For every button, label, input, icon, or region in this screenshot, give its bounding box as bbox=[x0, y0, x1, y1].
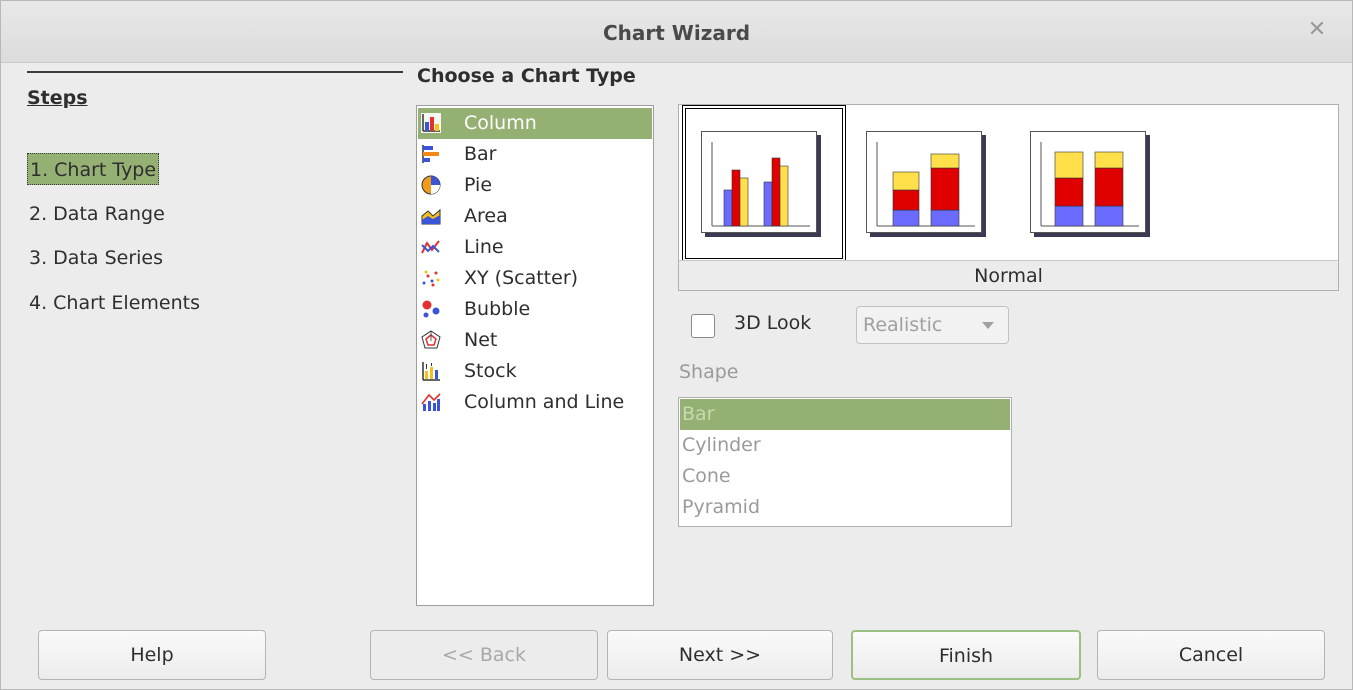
chart-wizard-dialog: Chart Wizard ✕ Steps 1. Chart Type 2. Da… bbox=[0, 0, 1353, 690]
cancel-button[interactable]: Cancel bbox=[1097, 630, 1325, 680]
shape-list: Bar Cylinder Cone Pyramid bbox=[678, 397, 1012, 527]
chart-type-bar[interactable]: Bar bbox=[418, 139, 652, 170]
bar-chart-icon bbox=[422, 145, 439, 163]
chart-type-area[interactable]: Area bbox=[418, 201, 652, 232]
help-button[interactable]: Help bbox=[38, 630, 266, 680]
close-icon[interactable]: ✕ bbox=[1304, 17, 1330, 43]
chart-type-label: Net bbox=[464, 329, 498, 351]
column-line-chart-icon bbox=[421, 393, 441, 411]
3d-look-checkbox[interactable] bbox=[691, 314, 715, 338]
title-bar[interactable]: Chart Wizard ✕ bbox=[1, 1, 1352, 63]
3d-look-combo-value: Realistic bbox=[863, 314, 943, 336]
chart-type-heading: Choose a Chart Type bbox=[417, 65, 636, 87]
steps-heading: Steps bbox=[27, 87, 88, 109]
back-button: << Back bbox=[370, 630, 598, 680]
pie-chart-icon bbox=[421, 175, 441, 195]
chart-type-label: Bar bbox=[464, 143, 497, 165]
shape-option-bar: Bar bbox=[680, 399, 1010, 430]
chart-type-label: Pie bbox=[464, 174, 493, 196]
3d-look-combo: Realistic bbox=[856, 306, 1009, 344]
finish-button[interactable]: Finish bbox=[851, 630, 1081, 680]
chart-type-column-and-line[interactable]: Column and Line bbox=[418, 387, 652, 418]
chart-type-label: Column and Line bbox=[464, 391, 625, 413]
variant-percent-stacked[interactable] bbox=[1010, 105, 1174, 262]
chart-type-xy-scatter[interactable]: XY (Scatter) bbox=[418, 263, 652, 294]
variant-normal[interactable] bbox=[682, 105, 846, 262]
next-button[interactable]: Next >> bbox=[607, 630, 833, 680]
chevron-down-icon bbox=[982, 322, 994, 329]
variant-name: Normal bbox=[679, 260, 1338, 290]
shape-option-cylinder: Cylinder bbox=[682, 434, 761, 456]
chart-type-label: Area bbox=[464, 205, 508, 227]
chart-type-label: Line bbox=[464, 236, 504, 258]
shape-option-pyramid: Pyramid bbox=[682, 496, 761, 518]
scatter-chart-icon bbox=[422, 270, 440, 287]
shape-label: Shape bbox=[679, 361, 739, 383]
chart-type-pie[interactable]: Pie bbox=[418, 170, 652, 201]
step-data-series[interactable]: 3. Data Series bbox=[27, 242, 165, 274]
line-chart-icon bbox=[421, 240, 440, 254]
chart-type-line[interactable]: Line bbox=[418, 232, 652, 263]
step-chart-elements[interactable]: 4. Chart Elements bbox=[27, 287, 202, 319]
chart-type-label: Bubble bbox=[464, 298, 531, 320]
normal-column-preview-icon bbox=[701, 131, 817, 233]
stock-chart-icon bbox=[422, 362, 440, 381]
column-chart-icon bbox=[421, 113, 441, 133]
stacked-column-preview-icon bbox=[866, 131, 982, 233]
percent-stacked-column-preview-icon bbox=[1030, 131, 1146, 233]
chart-type-stock[interactable]: Stock bbox=[418, 356, 652, 387]
net-chart-icon bbox=[421, 330, 441, 349]
chart-type-label: XY (Scatter) bbox=[464, 267, 579, 289]
shape-option-cone: Cone bbox=[682, 465, 731, 487]
3d-look-label[interactable]: 3D Look bbox=[734, 312, 811, 334]
steps-divider bbox=[27, 71, 403, 73]
chart-type-column[interactable]: Column bbox=[418, 108, 652, 139]
chart-type-net[interactable]: Net bbox=[418, 325, 652, 356]
area-chart-icon bbox=[421, 208, 441, 225]
chart-type-list[interactable]: Column Bar Pie Area Line XY (Scatter) Bu… bbox=[416, 105, 654, 606]
chart-type-bubble[interactable]: Bubble bbox=[418, 294, 652, 325]
step-chart-type[interactable]: 1. Chart Type bbox=[27, 153, 160, 185]
variant-stacked[interactable] bbox=[846, 105, 1010, 262]
chart-variant-panel: Normal bbox=[678, 104, 1339, 291]
bubble-chart-icon bbox=[422, 300, 440, 318]
step-data-range[interactable]: 2. Data Range bbox=[27, 198, 167, 230]
dialog-title: Chart Wizard bbox=[602, 21, 751, 45]
chart-type-label: Column bbox=[464, 112, 537, 134]
chart-type-label: Stock bbox=[464, 360, 517, 382]
